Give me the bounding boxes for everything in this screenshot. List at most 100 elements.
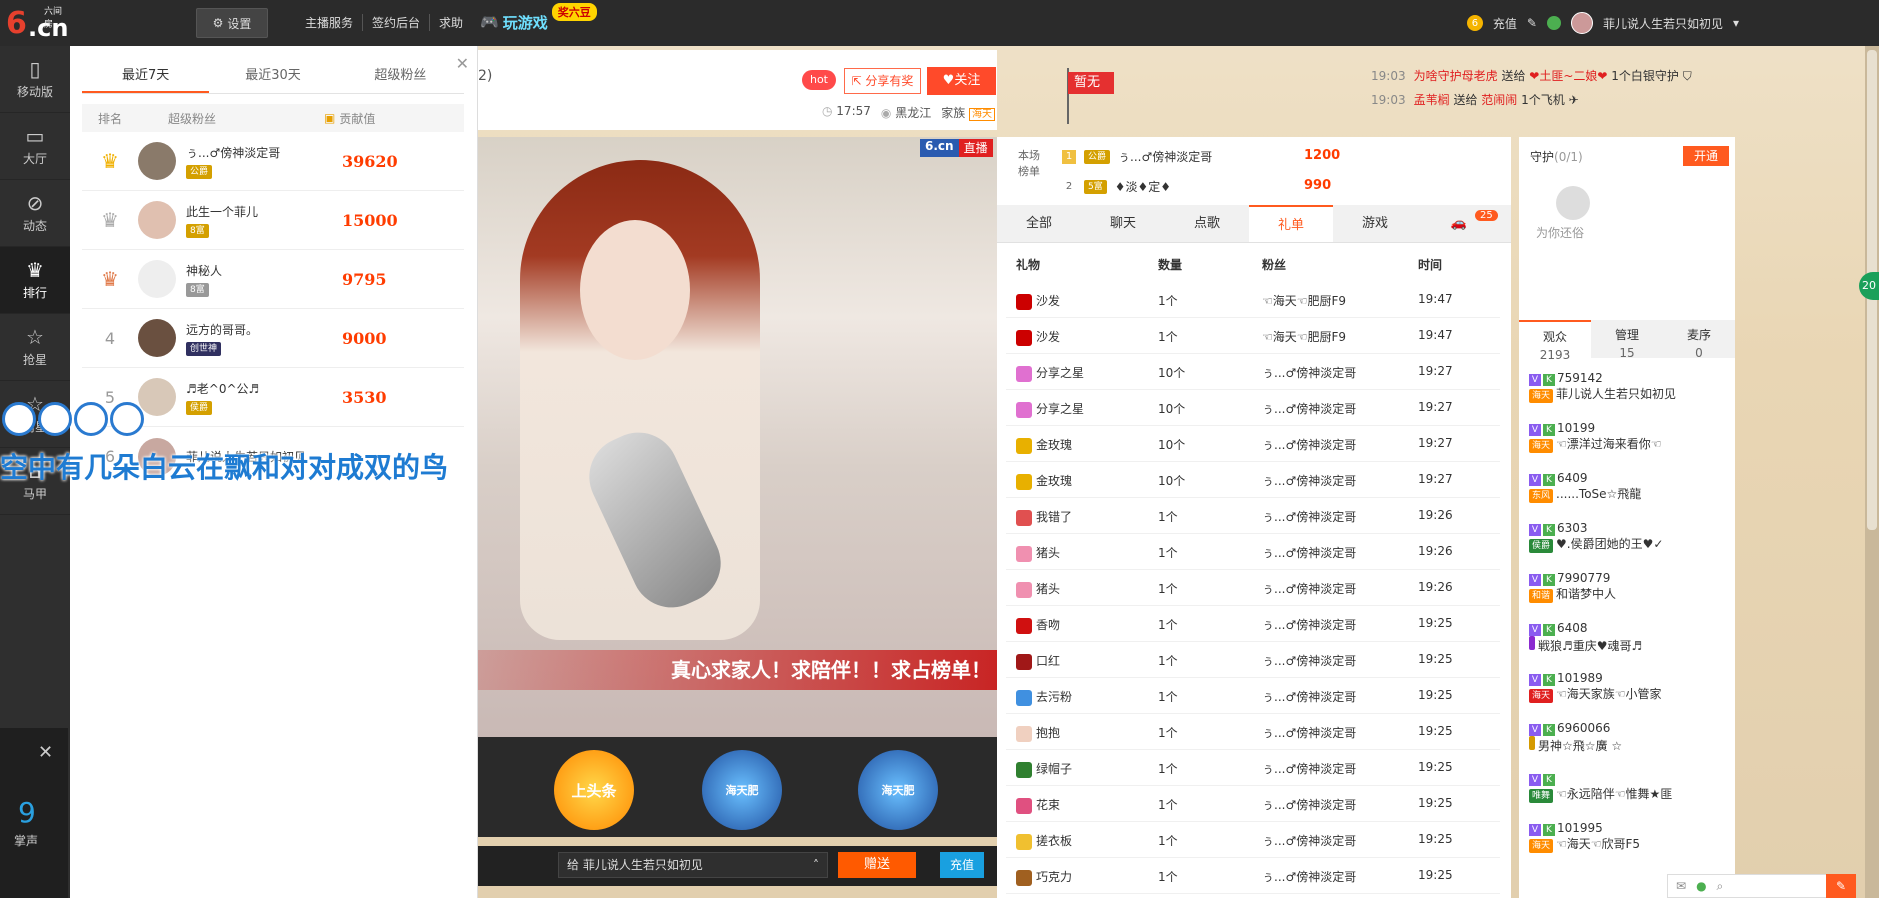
gift-fan[interactable]: ぅ...♂傍神淡定哥 <box>1262 796 1356 813</box>
edit-icon[interactable]: ✎ <box>1527 16 1537 30</box>
gift-fan[interactable]: ぅ...♂傍神淡定哥 <box>1262 760 1356 777</box>
table-row[interactable]: ♛ 神秘人 8富 9795 <box>82 250 464 309</box>
gift-fan[interactable]: ぅ...♂傍神淡定哥 <box>1262 400 1356 417</box>
avatar[interactable] <box>138 201 176 239</box>
nav-grab-star[interactable]: ☆ 抢星 <box>0 314 70 381</box>
tab-super-fans[interactable]: 超级粉丝 <box>337 60 464 93</box>
audience-item[interactable]: V K 6960066 男神☆飛☆廣 ☆ <box>1529 720 1729 754</box>
check-icon[interactable]: ● <box>1696 879 1706 893</box>
avatar[interactable] <box>138 319 176 357</box>
msg-from[interactable]: 孟苇榈 <box>1414 93 1450 107</box>
tab-mic-queue[interactable]: 麦序 0 <box>1663 320 1735 360</box>
audience-name[interactable]: 菲儿说人生若只如初见 <box>1556 387 1676 401</box>
audience-name[interactable]: 和谐梦中人 <box>1556 587 1616 601</box>
scene-rank-row[interactable]: 1 公爵 ぅ...♂傍神淡定哥 <box>1062 148 1212 165</box>
gift-item[interactable]: 海天肥 <box>858 750 938 830</box>
fan-name[interactable]: ♬老^0^公♬ <box>186 380 342 397</box>
open-guard-button[interactable]: 开通 <box>1683 146 1729 166</box>
msg-to[interactable]: ❤土匪~二娘❤ <box>1529 69 1607 83</box>
recipient-select[interactable]: 给 菲儿说人生若只如初见 ˄ <box>558 852 828 878</box>
avatar[interactable] <box>138 260 176 298</box>
settings-button[interactable]: ⚙ 设置 <box>196 8 268 38</box>
tab-audience[interactable]: 观众 2193 <box>1519 320 1591 362</box>
username[interactable]: 菲儿说人生若只如初见 <box>1603 15 1723 32</box>
recharge-link[interactable]: 充值 <box>1493 15 1517 32</box>
follow-button[interactable]: ♥关注 <box>927 67 996 95</box>
scene-rank-row[interactable]: 2 5富 ♦淡♦定♦ <box>1062 178 1171 195</box>
gift-fan[interactable]: ぅ...♂傍神淡定哥 <box>1262 652 1356 669</box>
audience-name[interactable]: ♥.侯爵团她的王♥✓ <box>1556 537 1663 551</box>
chat-bubble-icon[interactable]: ✎ <box>1826 874 1856 898</box>
avatar[interactable] <box>138 142 176 180</box>
audience-name[interactable]: 男神☆飛☆廣 ☆ <box>1538 739 1622 753</box>
share-button[interactable]: ⇱ 分享有奖 <box>844 68 921 94</box>
msg-from[interactable]: 为啥守护母老虎 <box>1414 69 1498 83</box>
gift-fan[interactable]: ぅ...♂傍神淡定哥 <box>1262 616 1356 633</box>
audience-item[interactable]: V K 10199 海天 ☜漂洋过海来看你☜ <box>1529 420 1729 453</box>
gift-fan[interactable]: ☜海天☜肥厨F9 <box>1262 328 1346 345</box>
audience-item[interactable]: V K 6409 东风 ......ToSe☆飛龍 <box>1529 470 1729 503</box>
gift-fan[interactable]: ぅ...♂傍神淡定哥 <box>1262 472 1356 489</box>
gift-fan[interactable]: ☜海天☜肥厨F9 <box>1262 292 1346 309</box>
gift-fan[interactable]: ぅ...♂傍神淡定哥 <box>1262 868 1356 885</box>
fan-name[interactable]: 此生一个菲儿 <box>186 203 342 220</box>
user-avatar[interactable] <box>1570 12 1593 34</box>
fan-name[interactable]: 神秘人 <box>186 262 342 279</box>
gift-fan[interactable]: ぅ...♂傍神淡定哥 <box>1262 724 1356 741</box>
gift-fan[interactable]: ぅ...♂傍神淡定哥 <box>1262 580 1356 597</box>
send-gift-button[interactable]: 赠送 <box>838 852 916 878</box>
link-help[interactable]: 求助 <box>429 14 472 31</box>
table-row[interactable]: 4 远方的哥哥。 创世神 9000 <box>82 309 464 368</box>
nav-ranking[interactable]: ♛ 排行 <box>0 247 70 314</box>
search-icon[interactable]: ⌕ <box>1717 879 1724 894</box>
tab-chat[interactable]: 聊天 <box>1081 205 1165 242</box>
fan-name[interactable]: ぅ...♂傍神淡定哥 <box>186 144 342 161</box>
gift-fan[interactable]: ぅ...♂傍神淡定哥 <box>1262 832 1356 849</box>
tab-gift-list[interactable]: 礼单 <box>1249 205 1333 242</box>
audience-name[interactable]: ☜漂洋过海来看你☜ <box>1556 437 1662 451</box>
audience-item[interactable]: V K 6303 侯爵 ♥.侯爵团她的王♥✓ <box>1529 520 1729 553</box>
msg-to[interactable]: 范闹闹 <box>1481 93 1517 107</box>
nav-dynamic[interactable]: ⊘ 动态 <box>0 180 70 247</box>
audience-item[interactable]: V K 6408 戦狼♬重庆♥魂哥♬ <box>1529 620 1729 654</box>
tab-admins[interactable]: 管理 15 <box>1591 320 1663 360</box>
chevron-down-icon[interactable]: ▾ <box>1733 16 1739 30</box>
tab-song[interactable]: 点歌 <box>1165 205 1249 242</box>
audience-name[interactable]: 戦狼♬重庆♥魂哥♬ <box>1538 639 1642 653</box>
audience-item[interactable]: V K 759142 海天 菲儿说人生若只如初见 <box>1529 370 1729 403</box>
play-game-button[interactable]: 🎮 玩游戏 奖六豆 <box>480 3 597 40</box>
audience-item[interactable]: V K 7990779 和谐 和谐梦中人 <box>1529 570 1729 603</box>
link-anchor-service[interactable]: 主播服务 <box>296 14 362 31</box>
fan-name[interactable]: 远方的哥哥。 <box>186 321 342 338</box>
table-row[interactable]: ♛ ぅ...♂傍神淡定哥 公爵 39620 <box>82 132 464 191</box>
tab-game[interactable]: 游戏 <box>1333 205 1417 242</box>
gift-fan[interactable]: ぅ...♂傍神淡定哥 <box>1262 436 1356 453</box>
scene-rank-label[interactable]: 本场榜单 <box>1014 147 1044 179</box>
nav-hall[interactable]: ▭ 大厅 <box>0 113 70 180</box>
table-row[interactable]: ♛ 此生一个菲儿 8富 15000 <box>82 191 464 250</box>
headline-gift-button[interactable]: 上头条 <box>554 750 634 830</box>
gift-item[interactable]: 海天肥 <box>702 750 782 830</box>
audience-name[interactable]: ☜海天☜欣哥F5 <box>1556 837 1640 851</box>
gift-fan[interactable]: ぅ...♂傍神淡定哥 <box>1262 688 1356 705</box>
mail-icon[interactable]: ✉ <box>1676 879 1686 893</box>
tab-all[interactable]: 全部 <box>997 205 1081 242</box>
audience-name[interactable]: ☜永远陪伴☜惟舞★匪 <box>1556 787 1672 801</box>
gift-fan[interactable]: ぅ...♂傍神淡定哥 <box>1262 544 1356 561</box>
recharge-button[interactable]: 充值 <box>940 852 984 878</box>
gift-fan[interactable]: ぅ...♂傍神淡定哥 <box>1262 364 1356 381</box>
tab-recent-30-days[interactable]: 最近30天 <box>209 60 336 93</box>
applause-label[interactable]: 掌声 <box>14 832 38 849</box>
site-logo[interactable]: 6 .cn 六间房 <box>6 4 70 42</box>
link-sign-backend[interactable]: 签约后台 <box>362 14 429 31</box>
audience-name[interactable]: ......ToSe☆飛龍 <box>1556 487 1641 501</box>
audience-name[interactable]: ☜海天家族☜小管家 <box>1556 687 1662 701</box>
close-icon[interactable]: ✕ <box>38 742 53 763</box>
audience-item[interactable]: V K 101989 海天 ☜海天家族☜小管家 <box>1529 670 1729 703</box>
nav-mobile[interactable]: ▯ 移动版 <box>0 46 70 113</box>
tab-recent-7-days[interactable]: 最近7天 <box>82 60 210 93</box>
guard-avatar[interactable] <box>1556 186 1590 220</box>
audience-item[interactable]: V K 101995 海天 ☜海天☜欣哥F5 <box>1529 820 1729 853</box>
audience-item[interactable]: V K 唯舞 ☜永远陪伴☜惟舞★匪 <box>1529 770 1729 803</box>
status-icon[interactable] <box>1546 16 1561 30</box>
